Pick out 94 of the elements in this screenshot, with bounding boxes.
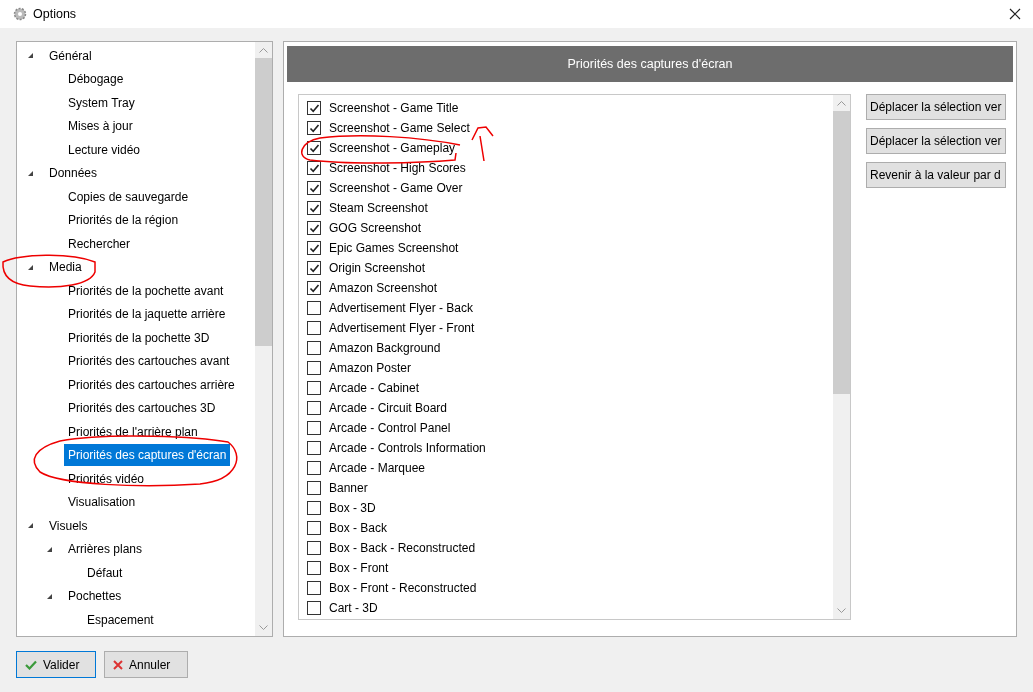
checkbox[interactable] xyxy=(307,381,321,395)
expand-triangle-icon[interactable] xyxy=(27,263,34,271)
checkbox[interactable] xyxy=(307,161,321,175)
checkbox-label[interactable]: Box - 3D xyxy=(329,501,376,515)
checkbox-label[interactable]: Box - Front xyxy=(329,561,389,575)
checkbox-label[interactable]: Screenshot - Game Select xyxy=(329,121,470,135)
tree-item[interactable]: System Tray xyxy=(64,91,139,114)
cancel-button[interactable]: Annuler xyxy=(104,651,188,678)
checkbox[interactable] xyxy=(307,181,321,195)
tree-item[interactable]: Pochettes xyxy=(64,585,126,608)
expand-triangle-icon[interactable] xyxy=(27,52,34,60)
tree-item[interactable]: Media xyxy=(45,256,86,279)
checkbox-label[interactable]: Epic Games Screenshot xyxy=(329,241,459,255)
checkbox-label[interactable]: Screenshot - High Scores xyxy=(329,161,466,175)
checkbox[interactable] xyxy=(307,581,321,595)
checkbox[interactable] xyxy=(307,441,321,455)
checkbox-label[interactable]: Cart - 3D xyxy=(329,601,378,615)
checkbox-label[interactable]: Advertisement Flyer - Back xyxy=(329,301,474,315)
checkbox[interactable] xyxy=(307,341,321,355)
checkbox-label[interactable]: Box - Back xyxy=(329,521,388,535)
action-button[interactable]: Déplacer la sélection ver xyxy=(866,94,1006,120)
tree-item[interactable]: Défaut xyxy=(83,561,127,584)
checkbox[interactable] xyxy=(307,241,321,255)
checkbox-label[interactable]: Amazon Screenshot xyxy=(329,281,438,295)
checkbox[interactable] xyxy=(307,101,321,115)
tree-item[interactable]: Priorités des cartouches arrière xyxy=(64,373,239,396)
checkbox-label[interactable]: Banner xyxy=(329,481,368,495)
tree-item[interactable]: Débogage xyxy=(64,68,128,91)
expand-triangle-icon[interactable] xyxy=(27,522,34,530)
tree-item[interactable]: Priorités de la région xyxy=(64,209,183,232)
tree-item[interactable]: Visualisation xyxy=(64,491,140,514)
gear-icon xyxy=(13,7,27,21)
checkbox-label[interactable]: Arcade - Controls Information xyxy=(329,441,486,455)
checkbox[interactable] xyxy=(307,321,321,335)
expand-triangle-icon[interactable] xyxy=(46,545,53,553)
action-button[interactable]: Déplacer la sélection ver xyxy=(866,128,1006,154)
checkbox[interactable] xyxy=(307,121,321,135)
checkbox-label[interactable]: Steam Screenshot xyxy=(329,201,428,215)
checkbox[interactable] xyxy=(307,481,321,495)
check-icon xyxy=(25,659,37,670)
checkbox-label[interactable]: Arcade - Control Panel xyxy=(329,421,451,435)
tree-item[interactable]: Mises à jour xyxy=(64,115,137,138)
checkbox-label[interactable]: Screenshot - Game Title xyxy=(329,101,459,115)
checkbox[interactable] xyxy=(307,421,321,435)
checkbox[interactable] xyxy=(307,541,321,555)
checkbox[interactable] xyxy=(307,561,321,575)
tree-item[interactable]: Espacement xyxy=(83,608,158,631)
checkbox[interactable] xyxy=(307,261,321,275)
checkbox[interactable] xyxy=(307,221,321,235)
checkbox[interactable] xyxy=(307,501,321,515)
checkbox[interactable] xyxy=(307,521,321,535)
expand-triangle-icon[interactable] xyxy=(46,592,53,600)
checkbox-label[interactable]: GOG Screenshot xyxy=(329,221,422,235)
tree-item[interactable]: Priorités de la pochette avant xyxy=(64,279,228,302)
checkbox[interactable] xyxy=(307,141,321,155)
action-button[interactable]: Revenir à la valeur par d xyxy=(866,162,1006,188)
tree-item[interactable]: Données xyxy=(45,162,102,185)
expand-triangle-icon[interactable] xyxy=(27,169,34,177)
window-title: Options xyxy=(33,7,78,21)
checkbox-label[interactable]: Box - Back - Reconstructed xyxy=(329,541,476,555)
tree-item[interactable]: Copies de sauvegarde xyxy=(64,185,193,208)
validate-button[interactable]: Valider xyxy=(16,651,96,678)
checkbox-label[interactable]: Arcade - Marquee xyxy=(329,461,426,475)
hand-drawn-arrow xyxy=(471,126,494,162)
tree-item[interactable]: Priorités de l'arrière plan xyxy=(64,420,202,443)
checkbox-label[interactable]: Amazon Background xyxy=(329,341,441,355)
checkbox-label[interactable]: Screenshot - Game Over xyxy=(329,181,463,195)
checkbox-label[interactable]: Amazon Poster xyxy=(329,361,412,375)
checkbox[interactable] xyxy=(307,301,321,315)
checkbox[interactable] xyxy=(307,281,321,295)
checkbox-label[interactable]: Origin Screenshot xyxy=(329,261,426,275)
checkbox[interactable] xyxy=(307,401,321,415)
tree-item[interactable]: Priorités des cartouches 3D xyxy=(64,397,220,420)
tree-item[interactable]: Priorités des cartouches avant xyxy=(64,350,234,373)
checkbox-label[interactable]: Advertisement Flyer - Front xyxy=(329,321,475,335)
tree-item[interactable]: Priorités de la pochette 3D xyxy=(64,326,214,349)
checkbox[interactable] xyxy=(307,461,321,475)
tree-item[interactable]: Priorités des captures d'écran xyxy=(64,444,231,467)
checkbox-label[interactable]: Box - Front - Reconstructed xyxy=(329,581,477,595)
tree-item[interactable]: Lecture vidéo xyxy=(64,138,145,161)
checkbox[interactable] xyxy=(307,601,321,615)
checkbox-label[interactable]: Arcade - Circuit Board xyxy=(329,401,448,415)
tree-item[interactable]: Rechercher xyxy=(64,232,135,255)
checkbox-label[interactable]: Arcade - Cabinet xyxy=(329,381,420,395)
checkbox[interactable] xyxy=(307,361,321,375)
tree-item[interactable]: Visuels xyxy=(45,514,92,537)
checkbox[interactable] xyxy=(307,201,321,215)
tree-item[interactable]: Général xyxy=(45,44,96,67)
checkbox-label[interactable]: Screenshot - Gameplay xyxy=(329,141,456,155)
cross-icon xyxy=(113,659,123,670)
tree-item[interactable]: Priorités de la jaquette arrière xyxy=(64,303,230,326)
close-icon[interactable] xyxy=(1009,8,1021,20)
tree-item[interactable]: Arrières plans xyxy=(64,538,147,561)
panel-title: Priorités des captures d'écran xyxy=(287,46,1013,82)
